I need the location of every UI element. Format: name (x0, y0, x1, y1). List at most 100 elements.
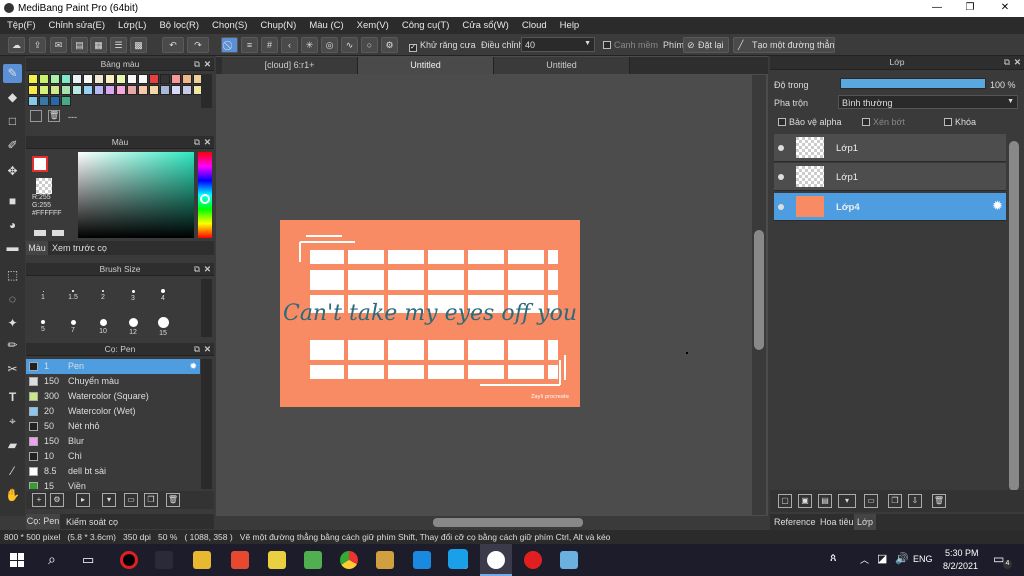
popout-icon[interactable]: ⧉ (194, 263, 200, 275)
palette-swatch[interactable] (61, 74, 71, 84)
brush-menu-icon[interactable]: ▸ (76, 493, 90, 507)
palette-swatch[interactable] (138, 74, 148, 84)
brush-settings-icon[interactable]: ✹ (189, 359, 197, 374)
vscroll-thumb[interactable] (754, 230, 764, 350)
operation-tool-icon[interactable]: ⌖ (3, 412, 22, 431)
cross-snap-icon[interactable]: # (261, 37, 278, 53)
layer-settings-icon[interactable]: ✹ (992, 198, 1003, 214)
clip-checkbox[interactable]: Xén bớt (862, 117, 905, 127)
primary-color-swatch[interactable] (32, 156, 48, 172)
chevron-up-icon[interactable]: ︿ (860, 553, 869, 566)
new-halftone-layer-icon[interactable]: ▣ (798, 494, 812, 508)
select-pen-icon[interactable]: ✏ (3, 336, 22, 355)
palette-swatch[interactable] (28, 96, 38, 106)
menu-color[interactable]: Màu (C) (309, 20, 343, 31)
palette-swatch[interactable] (61, 96, 71, 106)
new-8bit-layer-icon[interactable]: ▤ (818, 494, 832, 508)
reset-button[interactable]: ⊘ Đặt lại (683, 37, 729, 53)
brush-size-option[interactable]: 1 (28, 277, 58, 307)
menu-window[interactable]: Cửa sổ(W) (462, 20, 508, 31)
close-icon[interactable]: ✕ (204, 343, 211, 355)
tab-cloud-doc[interactable]: [cloud] 6:r1+ (222, 57, 358, 74)
search-icon[interactable]: ⌕ (48, 551, 56, 568)
hue-slider[interactable] (198, 152, 212, 238)
visibility-icon[interactable] (778, 145, 784, 151)
add-layer-menu-icon[interactable]: ▾ (838, 494, 856, 508)
layer-folder-icon[interactable]: ▭ (864, 494, 878, 508)
palette-swatch[interactable] (138, 85, 148, 95)
palette-swatch[interactable] (72, 85, 82, 95)
tab-navigator[interactable]: Hoa tiêu (820, 517, 854, 527)
brush-size-option[interactable]: 4 (148, 277, 178, 307)
move-tool-icon[interactable]: ✥ (3, 162, 22, 181)
snap-settings-icon[interactable]: ⚙ (381, 37, 398, 53)
zalo-icon[interactable] (413, 551, 431, 569)
palette-swatch[interactable] (116, 85, 126, 95)
ellipse-snap-icon[interactable]: ○ (361, 37, 378, 53)
brush-size-option[interactable]: 15 (148, 308, 178, 338)
menu-edit[interactable]: Chỉnh sửa(E) (49, 20, 106, 31)
delete-palette-icon[interactable]: 🗑 (48, 110, 60, 122)
lasso-tool-icon[interactable]: ◌ (3, 290, 22, 309)
duplicate-layer-icon[interactable]: ❐ (888, 494, 902, 508)
menu-file[interactable]: Tệp(F) (7, 20, 36, 31)
palette-swatch[interactable] (105, 74, 115, 84)
layer-row[interactable]: Lớp1 (774, 134, 1006, 162)
document-icon[interactable]: ▦ (90, 37, 107, 53)
palette-swatch[interactable] (61, 85, 71, 95)
app-icon[interactable] (231, 551, 249, 569)
brush-item[interactable]: 50 Nét nhỏ (26, 419, 200, 434)
brush-item[interactable]: 300 Watercolor (Square) (26, 389, 200, 404)
layer-scrollbar[interactable] (1008, 141, 1020, 491)
popout-icon[interactable]: ⧉ (194, 136, 200, 148)
network-icon[interactable]: ◪ (877, 552, 887, 565)
palette-swatch[interactable] (127, 85, 137, 95)
smooth-checkbox[interactable]: Canh mềm (603, 40, 658, 50)
clock-time[interactable]: 5:30 PM (945, 548, 979, 558)
opacity-slider[interactable] (840, 78, 986, 89)
delete-layer-icon[interactable]: 🗑 (932, 494, 946, 508)
menu-cloud[interactable]: Cloud (522, 20, 547, 31)
menu-tools[interactable]: Công cụ(T) (402, 20, 450, 31)
palette-swatch[interactable] (127, 74, 137, 84)
brush-size-option[interactable]: 7 (58, 308, 88, 338)
close-icon[interactable]: ✕ (204, 263, 211, 275)
app-icon[interactable] (304, 551, 322, 569)
palette-swatch[interactable] (28, 85, 38, 95)
palette-swatch[interactable] (83, 74, 93, 84)
close-icon[interactable]: ✕ (204, 58, 211, 70)
lock-checkbox[interactable]: Khóa (944, 117, 976, 127)
artwork-canvas[interactable]: Can't take my eyes off you Zayli procrea… (280, 220, 580, 407)
brush-item-selected[interactable]: 1 Pen ✹ (26, 359, 200, 374)
circle-snap-icon[interactable]: ◎ (321, 37, 338, 53)
canvas-vscroll[interactable] (752, 75, 766, 515)
palette-swatch[interactable] (182, 74, 192, 84)
tab-reference[interactable]: Reference (774, 517, 816, 527)
brush-size-option[interactable]: 5 (28, 308, 58, 338)
hue-handle[interactable] (200, 194, 210, 204)
canvas-hscroll[interactable] (218, 516, 768, 529)
palette-swatch[interactable] (182, 85, 192, 95)
menu-view[interactable]: Xem(V) (357, 20, 389, 31)
windows-start-icon[interactable] (10, 553, 24, 567)
brush-size-option[interactable]: 1.5 (58, 277, 88, 307)
copy-brush-icon[interactable]: ❐ (144, 493, 158, 507)
dot-tool-icon[interactable]: □ (3, 112, 22, 131)
add-brush-icon[interactable]: + (32, 493, 46, 507)
palette-swatch[interactable] (83, 85, 93, 95)
brush-item[interactable]: 20 Watercolor (Wet) (26, 404, 200, 419)
chrome-icon[interactable] (340, 551, 358, 569)
share-icon[interactable]: ⇪ (29, 37, 46, 53)
layer-scroll-thumb[interactable] (1009, 141, 1019, 491)
palette-scrollbar[interactable] (201, 74, 212, 108)
shape-tool-icon[interactable]: ■ (3, 192, 22, 211)
palette-swatch[interactable] (50, 96, 60, 106)
brush-size-option[interactable]: 10 (88, 308, 118, 338)
brush-item[interactable]: 150 Blur (26, 434, 200, 449)
blend-dropdown[interactable]: Bình thường ▼ (838, 95, 1018, 109)
opera-icon[interactable] (524, 551, 542, 569)
palette-swatch[interactable] (171, 85, 181, 95)
new-palette-icon[interactable] (30, 110, 42, 122)
color-swap-icon[interactable] (52, 230, 64, 236)
close-icon[interactable]: ✕ (204, 136, 211, 148)
